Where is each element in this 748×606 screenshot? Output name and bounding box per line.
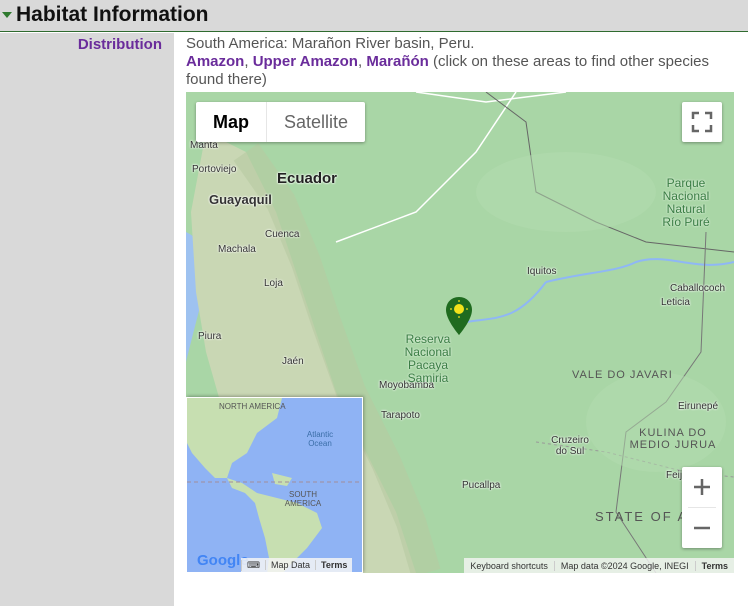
inset-map-data-link[interactable]: Map Data <box>265 560 315 570</box>
overview-map[interactable]: NORTH AMERICA Atlantic Ocean SOUTH AMERI… <box>186 397 363 573</box>
zoom-control <box>682 467 722 548</box>
section-title: Habitat Information <box>16 3 209 26</box>
map-label-eirunepe: Eirunepé <box>678 401 719 412</box>
distribution-areas: Amazon, Upper Amazon, Marañón (click on … <box>186 53 709 88</box>
map-label-vale-do-javari: VALE DO JAVARI <box>572 369 673 381</box>
zoom-in-button[interactable] <box>682 467 722 507</box>
map-label-jaen: Jaén <box>282 356 304 367</box>
location-pin-icon[interactable] <box>445 296 473 336</box>
label-column: Distribution <box>0 33 174 606</box>
zoom-out-button[interactable] <box>682 508 722 548</box>
keyboard-icon[interactable]: ⌨ <box>241 559 265 571</box>
map-label-cruzeiro: Cruzeiro do Sul <box>551 435 589 457</box>
map-type-control: Map Satellite <box>196 102 366 142</box>
map-label-loja: Loja <box>264 278 283 289</box>
plus-icon <box>694 479 710 495</box>
area-link-upper-amazon[interactable]: Upper Amazon <box>253 53 358 70</box>
map-label-tarapoto: Tarapoto <box>381 410 420 421</box>
map-label-park-pacaya-samiria: Reserva Nacional Pacaya Samiria <box>404 332 452 385</box>
fullscreen-icon <box>691 111 713 133</box>
inset-label-north-america: NORTH AMERICA <box>219 402 286 411</box>
google-map[interactable]: Manta Portoviejo Ecuador Guayaquil Cuenc… <box>186 92 734 573</box>
overview-map-terrain <box>187 398 362 572</box>
inset-footer: ⌨ Map Data Terms <box>241 558 353 572</box>
map-label-feij: Feij <box>666 470 683 481</box>
map-label-pucallpa: Pucallpa <box>462 480 501 491</box>
section-header[interactable]: Habitat Information <box>0 0 748 32</box>
map-label-leticia: Leticia <box>661 297 690 308</box>
minus-icon <box>694 526 710 530</box>
map-label-park-rio-pure: Parque Nacional Natural Río Puré <box>662 176 710 229</box>
map-type-map-button[interactable]: Map <box>196 102 267 142</box>
distribution-label: Distribution <box>77 36 162 53</box>
inset-terms-link[interactable]: Terms <box>315 560 352 570</box>
inset-label-atlantic: Atlantic Ocean <box>306 430 334 448</box>
area-link-amazon[interactable]: Amazon <box>186 53 244 70</box>
map-label-ecuador: Ecuador <box>277 170 338 187</box>
map-footer: Keyboard shortcuts Map data ©2024 Google… <box>464 558 734 573</box>
distribution-text: South America: Marañon River basin, Peru… <box>186 35 475 52</box>
map-label-state: STATE OF A <box>595 509 689 524</box>
map-label-kulina: KULINA DO MEDIO JURUA <box>629 427 717 451</box>
map-label-cuenca: Cuenca <box>265 229 300 240</box>
map-data-attribution: Map data ©2024 Google, INEGI <box>553 560 695 571</box>
map-label-caballococha: Caballococh <box>670 283 726 294</box>
inset-label-south-america: SOUTH AMERICA <box>284 490 322 508</box>
terms-link[interactable]: Terms <box>694 560 734 571</box>
fullscreen-button[interactable] <box>682 102 722 142</box>
collapse-triangle-icon[interactable] <box>2 12 12 18</box>
distribution-content: South America: Marañon River basin, Peru… <box>186 35 742 89</box>
keyboard-shortcuts-link[interactable]: Keyboard shortcuts <box>464 561 554 571</box>
map-label-guayaquil: Guayaquil <box>209 192 272 207</box>
map-label-iquitos: Iquitos <box>527 266 557 277</box>
map-label-portoviejo: Portoviejo <box>192 164 237 175</box>
map-label-machala: Machala <box>218 244 256 255</box>
map-label-piura: Piura <box>198 331 222 342</box>
area-link-maranon[interactable]: Marañón <box>366 53 429 70</box>
map-type-satellite-button[interactable]: Satellite <box>267 102 365 142</box>
